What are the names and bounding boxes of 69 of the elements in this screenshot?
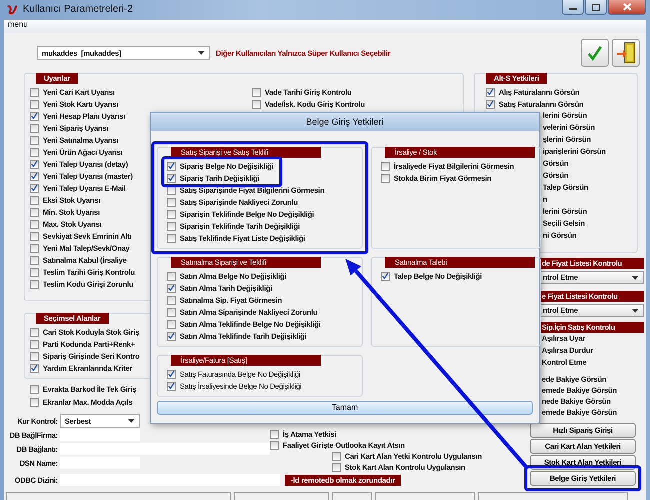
checkbox[interactable]	[252, 88, 261, 96]
checkbox[interactable]	[30, 136, 39, 144]
app-icon	[6, 4, 18, 16]
checkbox[interactable]	[30, 280, 39, 288]
maximize-button[interactable]	[585, 0, 607, 15]
exit-button[interactable]	[612, 39, 640, 67]
maximize-icon	[592, 4, 600, 10]
checkmark-icon	[586, 44, 604, 62]
checkbox[interactable]	[381, 272, 390, 280]
dialog-title: Belge Giriş Yetkileri	[151, 113, 539, 131]
caret-icon	[632, 276, 639, 280]
checkbox[interactable]	[381, 162, 390, 170]
checkbox[interactable]	[167, 382, 176, 390]
exit-door-icon	[616, 42, 636, 64]
checkbox[interactable]	[167, 332, 176, 340]
input-field[interactable]	[60, 429, 140, 441]
checkbox[interactable]	[30, 184, 39, 192]
checkbox[interactable]	[167, 210, 176, 218]
checkbox[interactable]	[167, 284, 176, 292]
checkbox[interactable]	[167, 222, 176, 230]
checkbox[interactable]	[30, 256, 39, 264]
checkbox[interactable]	[30, 352, 39, 360]
checkbox[interactable]	[30, 220, 39, 228]
checkbox[interactable]	[486, 100, 495, 108]
checkbox[interactable]	[30, 100, 39, 108]
checkbox[interactable]	[30, 328, 39, 336]
checkbox[interactable]	[30, 88, 39, 96]
checkbox[interactable]	[252, 100, 261, 108]
checkbox[interactable]	[332, 452, 341, 461]
checkbox[interactable]	[167, 174, 176, 182]
checkbox[interactable]	[167, 308, 176, 316]
checkbox[interactable]	[30, 172, 39, 180]
checkbox[interactable]	[167, 198, 176, 206]
checkbox[interactable]	[167, 320, 176, 328]
checkbox[interactable]	[167, 162, 176, 170]
window-title: Kullanıcı Parametreleri-2	[23, 4, 134, 16]
checkbox[interactable]	[30, 208, 39, 216]
caret-icon	[128, 419, 135, 423]
status-panel	[332, 492, 372, 500]
checkbox[interactable]	[167, 296, 176, 304]
caret-icon	[632, 308, 639, 312]
checkbox[interactable]	[30, 244, 39, 252]
menu-item[interactable]: menu	[8, 20, 28, 29]
checkbox[interactable]	[30, 148, 39, 156]
checkbox[interactable]	[30, 268, 39, 276]
checkbox[interactable]	[30, 112, 39, 120]
checkbox[interactable]	[332, 463, 341, 472]
input-field[interactable]	[60, 443, 270, 455]
checkbox[interactable]	[30, 232, 39, 240]
caret-icon	[198, 51, 205, 55]
minimize-button[interactable]	[562, 0, 584, 15]
ok-button[interactable]	[581, 39, 609, 67]
close-button[interactable]	[608, 0, 646, 15]
close-icon	[622, 3, 632, 11]
checkbox[interactable]	[167, 272, 176, 280]
checkbox[interactable]	[30, 160, 39, 168]
checkbox[interactable]	[30, 196, 39, 204]
checkbox[interactable]	[30, 340, 39, 348]
checkbox[interactable]	[381, 174, 390, 182]
checkbox[interactable]	[30, 364, 39, 372]
checkbox[interactable]	[30, 398, 39, 407]
checkbox[interactable]	[486, 88, 495, 96]
ok-button[interactable]: Tamam	[157, 401, 533, 415]
checkbox[interactable]	[30, 124, 39, 132]
checkbox[interactable]	[270, 441, 279, 450]
checkbox[interactable]	[167, 234, 176, 242]
checkbox[interactable]	[167, 370, 176, 378]
checkbox[interactable]	[30, 385, 39, 394]
checkbox[interactable]	[270, 430, 279, 439]
